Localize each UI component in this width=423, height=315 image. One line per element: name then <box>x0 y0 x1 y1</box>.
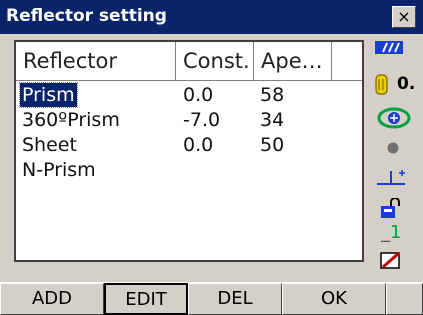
counter-value: 1 <box>390 222 402 243</box>
ppm-value: 0. <box>397 74 416 94</box>
close-button[interactable]: × <box>392 6 416 28</box>
row-aperture: 58 <box>260 84 285 106</box>
blank-button[interactable] <box>386 283 423 315</box>
point-icon <box>387 142 399 154</box>
edit-button[interactable]: EDIT <box>104 283 188 315</box>
prism-target-icon <box>375 74 388 95</box>
row-aperture: 34 <box>260 109 285 131</box>
list-row-sheet[interactable]: Sheet 0.0 50 <box>16 133 362 157</box>
row-const: 0.0 <box>183 84 214 106</box>
add-button[interactable]: ADD <box>0 283 104 315</box>
lock-icon[interactable] <box>379 198 405 220</box>
row-const: 0.0 <box>183 134 214 156</box>
row-reflector-name: 360ºPrism <box>22 109 120 131</box>
list-row-prism[interactable]: Prism 0.0 58 <box>16 82 362 108</box>
list-row-nprism[interactable]: N-Prism <box>16 158 362 182</box>
column-header-const[interactable]: Const. <box>176 42 254 80</box>
column-header-aperture[interactable]: Ape… <box>254 42 332 80</box>
del-button[interactable]: DEL <box>188 283 282 315</box>
title-bar: Reflector setting × <box>0 0 423 34</box>
list-header: Reflector Const. Ape… <box>16 42 362 81</box>
underscore-mark: _ <box>381 222 390 243</box>
counter-indicator: _1 <box>381 222 401 243</box>
function-button-bar: ADD EDIT DEL OK <box>0 282 423 315</box>
reflector-list[interactable]: Reflector Const. Ape… Prism 0.0 58 360ºP… <box>14 40 364 262</box>
window-title: Reflector setting <box>6 6 167 26</box>
laser-plummet-icon[interactable] <box>377 106 411 130</box>
column-header-reflector[interactable]: Reflector <box>16 42 176 80</box>
pencil-icon[interactable] <box>379 249 403 271</box>
row-reflector-name: Sheet <box>22 134 77 156</box>
row-reflector-name: Prism <box>19 82 78 108</box>
battery-icon <box>375 41 403 54</box>
list-row-360prism[interactable]: 360ºPrism -7.0 34 <box>16 108 362 132</box>
row-const: -7.0 <box>183 109 221 131</box>
row-aperture: 50 <box>260 134 285 156</box>
status-sidebar: 0. _1 <box>373 34 423 274</box>
column-header-extra[interactable] <box>332 42 362 80</box>
ok-button[interactable]: OK <box>282 283 386 315</box>
tilt-icon[interactable] <box>375 165 411 187</box>
row-reflector-name: N-Prism <box>22 159 96 181</box>
